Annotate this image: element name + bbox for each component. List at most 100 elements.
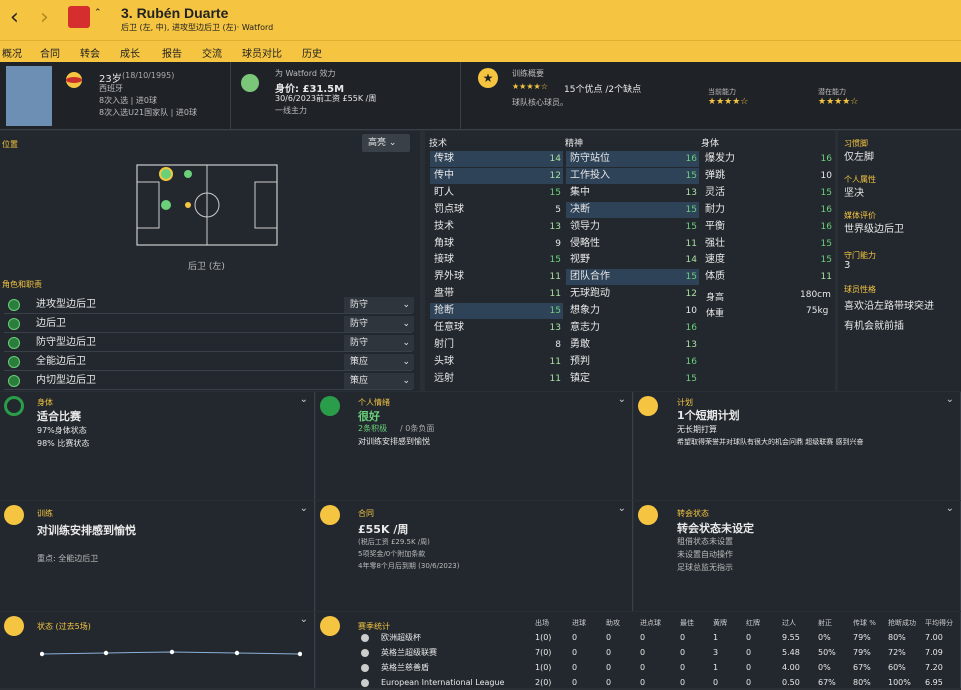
stat-col-header[interactable]: 过人 [782, 618, 796, 628]
attribute-name: 预判 [570, 355, 590, 367]
duty-select[interactable]: 防守 ⌄ [344, 316, 414, 332]
stat-cell: 0 [680, 633, 686, 642]
back-icon[interactable]: ‹ [10, 6, 19, 30]
tab-transfer[interactable]: 转会 [80, 45, 100, 60]
attribute-row: 角球 9 [430, 236, 563, 252]
position-name: 后卫 (左) [188, 262, 225, 272]
stat-col-header[interactable]: 平均得分 [925, 618, 953, 628]
spain-flag-icon [66, 72, 82, 88]
stat-cell: 7(0) [535, 648, 552, 657]
stat-col-header[interactable]: 传球 % [853, 618, 876, 628]
role-icon [8, 356, 20, 368]
attribute-name: 集中 [570, 186, 590, 198]
role-row[interactable]: 边后卫 防守 ⌄ [4, 315, 414, 333]
stat-col-header[interactable]: 出场 [535, 618, 549, 628]
squad-status: 一线主力 [275, 106, 307, 115]
tab-history[interactable]: 历史 [302, 45, 322, 60]
stat-col-header[interactable]: 红牌 [746, 618, 760, 628]
highlight-dropdown[interactable]: 高亮 ⌄ [362, 134, 410, 152]
form-chart-icon [4, 616, 24, 636]
stat-col-header[interactable]: 助攻 [606, 618, 620, 628]
tab-overview[interactable]: 概况 [2, 45, 22, 60]
stat-cell: 50% [818, 648, 836, 657]
attribute-name: 界外球 [434, 271, 464, 283]
attribute-name: 无球跑动 [570, 288, 610, 300]
duty-select[interactable]: 策应 ⌄ [344, 373, 414, 389]
card-form[interactable]: 状态 (过去5场) ⌄ [0, 612, 315, 688]
stat-cell: 0 [680, 648, 686, 657]
duty-select[interactable]: 防守 ⌄ [344, 335, 414, 351]
competition-icon [361, 679, 369, 687]
card-physical[interactable]: 身体 适合比赛 97%身体状态 98% 比赛状态 ⌄ [0, 392, 315, 500]
stat-cell: 79% [853, 633, 871, 642]
attribute-name: 罚点球 [434, 203, 464, 215]
transfer-icon [638, 505, 658, 525]
stat-cell: 0 [640, 648, 646, 657]
role-row[interactable]: 进攻型边后卫 防守 ⌄ [4, 296, 414, 314]
stat-row[interactable]: 英格兰慈善盾 1(0) 0 0 0 0 1 0 4.00 0% 67% 60% 7.20 [355, 661, 955, 675]
stat-col-header[interactable]: 进球 [572, 618, 586, 628]
forward-icon[interactable]: › [40, 6, 49, 30]
current-ability-label: 当前能力 [708, 88, 736, 96]
card-morale[interactable]: 个人情绪 很好 2条积极 / 0条负面 对训练安排感到愉悦 ⌄ [316, 392, 633, 500]
card-transfer-status[interactable]: 转会状态 转会状态未设定 租借状态未设置 未设置自动操作 足球总监无指示 ⌄ [634, 501, 961, 611]
stat-cell: 1 [713, 663, 719, 672]
attribute-value: 13 [549, 221, 561, 232]
stat-cell: 7.09 [925, 648, 943, 657]
plan-arrow-icon [638, 396, 658, 416]
attribute-name: 技术 [434, 220, 454, 232]
star-icon: ★ [478, 68, 498, 88]
attribute-row: 体质 11 [701, 269, 834, 285]
competition-name: 英格兰慈善盾 [381, 663, 429, 672]
stat-row[interactable]: 欧洲超级杯 1(0) 0 0 0 0 1 0 9.55 0% 79% 80% 7.00 [355, 631, 955, 645]
attribute-name: 灵活 [705, 186, 725, 198]
stat-col-header[interactable]: 进点球 [640, 618, 661, 628]
current-ability-stars: ★★★★☆ [708, 97, 749, 107]
stat-col-header[interactable]: 抢断成功 [888, 618, 916, 628]
tab-reports[interactable]: 报告 [162, 45, 182, 60]
contract-summary: 30/6/2023前工资 £55K /周 [275, 94, 377, 103]
tab-development[interactable]: 成长 [120, 45, 140, 60]
attribute-value: 10 [685, 306, 697, 317]
attribute-row: 想象力 10 [566, 303, 699, 319]
tab-interact[interactable]: 交流 [202, 45, 222, 60]
role-row[interactable]: 全能边后卫 策应 ⌄ [4, 353, 414, 371]
competition-icon [361, 664, 369, 672]
gk-value: 3 [844, 260, 851, 271]
role-row[interactable]: 防守型边后卫 防守 ⌄ [4, 334, 414, 352]
chevron-down-icon: ⌄ [299, 614, 308, 625]
role-row[interactable]: 内切型边后卫 策应 ⌄ [4, 372, 414, 390]
attribute-value: 11 [549, 272, 561, 283]
profile-bar: 23岁 (18/10/1995) 西班牙 8次入选 | 进0球 8次入选U21国… [0, 62, 961, 130]
card-contract[interactable]: 合同 £55K /周 (税后工资 £29.5K /周) 5项奖金/0个附加条款 … [316, 501, 633, 611]
potential-ability-stars: ★★★★☆ [818, 97, 859, 107]
stat-cell: 67% [853, 663, 871, 672]
stat-col-header[interactable]: 最佳 [680, 618, 694, 628]
tech-header: 技术 [429, 139, 448, 149]
stat-cell: 0 [572, 663, 578, 672]
stat-row[interactable]: 英格兰超级联赛 7(0) 0 0 0 0 3 0 5.48 50% 79% 72% 7.09 [355, 646, 955, 660]
attribute-value: 15 [820, 187, 832, 198]
chevron-updown-icon[interactable]: ⌃ [94, 8, 102, 18]
training-role: 球队核心球员。 [512, 98, 568, 107]
stat-col-header[interactable]: 射正 [818, 618, 832, 628]
stat-col-header[interactable]: 黄牌 [713, 618, 727, 628]
tab-contract[interactable]: 合同 [40, 45, 60, 60]
attribute-row: 爆发力 16 [701, 151, 834, 167]
weight-value: 75kg [806, 306, 829, 316]
foot-value: 仅左脚 [844, 152, 874, 163]
tab-compare[interactable]: 球员对比 [242, 45, 282, 60]
duty-select[interactable]: 策应 ⌄ [344, 354, 414, 370]
card-plans[interactable]: 计划 1个短期计划 无长期打算 希望取得荣誉并对球队有很大的机会问鼎 超级联赛 … [634, 392, 961, 500]
attribute-row: 工作投入 15 [566, 167, 699, 184]
competition-icon [361, 649, 369, 657]
card-training[interactable]: 训练 对训练安排感到愉悦 重点: 全能边后卫 ⌄ [0, 501, 315, 611]
training-title: 训练概要 [512, 69, 544, 78]
duty-select[interactable]: 防守 ⌄ [344, 297, 414, 313]
stat-cell: 7.20 [925, 663, 943, 672]
header-bar: ‹ › ⌃ 3. Rubén Duarte 后卫 (左, 中), 进攻型边后卫 … [0, 0, 961, 40]
attribute-row: 视野 14 [566, 252, 699, 268]
physical-header: 身体 [701, 139, 720, 149]
potential-ability-label: 潜在能力 [818, 88, 846, 96]
form-line-chart [40, 649, 302, 657]
